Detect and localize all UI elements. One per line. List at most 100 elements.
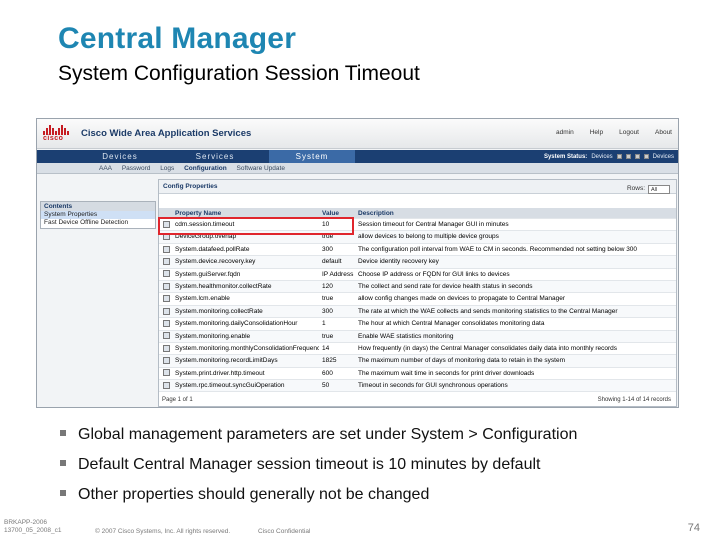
property-value: 300: [322, 307, 333, 315]
system-status-label: System Status:: [543, 153, 588, 160]
status-indicator-icon: [616, 154, 622, 159]
edit-icon[interactable]: [162, 270, 170, 278]
property-value: 300: [322, 245, 333, 253]
property-description: Choose IP address or FQDN for GUI links …: [358, 270, 510, 278]
subnav-password[interactable]: Password: [122, 165, 151, 172]
table-row[interactable]: System.monitoring.enable true Enable WAE s…: [159, 330, 676, 343]
edit-cell[interactable]: [159, 244, 173, 255]
table-row[interactable]: System.monitoring.recordLimitDays 1825 The…: [159, 355, 676, 368]
table-row[interactable]: System.device.recovery.key default Device …: [159, 256, 676, 269]
bullet-item: Default Central Manager session timeout …: [60, 456, 700, 486]
table-row[interactable]: System.datafeed.pollRate 300 The configura…: [159, 244, 676, 257]
sidebar-item-fast-offline[interactable]: Fast Device Offline Detection: [41, 219, 155, 227]
property-value: true: [322, 295, 334, 303]
property-description: Session timeout for Central Manager GUI …: [358, 221, 509, 228]
pager-left: Page 1 of 1: [162, 397, 193, 403]
table-pager: Page 1 of 1 Showing 1-14 of 14 records: [158, 395, 677, 405]
logout-link[interactable]: Logout: [619, 129, 639, 136]
edit-cell[interactable]: [159, 355, 173, 366]
page-number: 74: [687, 522, 700, 534]
edit-icon[interactable]: [162, 344, 170, 352]
session-line-1: BRKAPP-2006: [4, 519, 47, 526]
table-row[interactable]: System.monitoring.monthlyConsolidationFr…: [159, 343, 676, 356]
edit-icon[interactable]: [162, 295, 170, 303]
bullet-square-icon: [60, 490, 66, 496]
edit-icon[interactable]: [162, 381, 170, 389]
tab-services[interactable]: Services: [165, 150, 265, 163]
edit-cell[interactable]: [159, 318, 173, 329]
col-description[interactable]: Description: [355, 208, 676, 218]
sidebar-item-system-properties[interactable]: System Properties: [41, 211, 155, 219]
system-status-extra[interactable]: Devices: [653, 154, 674, 160]
properties-table: Property Name Value Description cdm.sess…: [159, 208, 676, 393]
session-line-2: 13700_05_2008_c1: [4, 527, 62, 534]
edit-cell[interactable]: [159, 256, 173, 267]
confidential-label: Cisco Confidential: [258, 528, 311, 535]
property-value: 600: [322, 369, 333, 377]
edit-icon[interactable]: [162, 369, 170, 377]
slide-title: Central Manager: [58, 22, 297, 55]
table-row[interactable]: System.rpc.timeout.syncGuiOperation 50 Tim…: [159, 380, 676, 393]
property-description: Enable WAE statistics monitoring: [358, 332, 454, 340]
table-row[interactable]: System.monitoring.collectRate 300 The rate…: [159, 305, 676, 319]
property-description: allow config changes made on devices to …: [358, 295, 566, 303]
property-name: System.monitoring.monthlyConsolidationFr…: [175, 344, 319, 352]
status-indicator-icon: [643, 154, 649, 159]
admin-link[interactable]: admin: [556, 129, 574, 136]
edit-cell[interactable]: [159, 368, 173, 379]
property-description: The configuration poll interval from WAE…: [358, 245, 638, 253]
property-name: System.guiServer.fqdn: [175, 270, 241, 278]
table-row[interactable]: System.print.driver.http.timeout 600 The m…: [159, 368, 676, 381]
subnav-aaa[interactable]: AAA: [99, 165, 112, 172]
bullet-text: Default Central Manager session timeout …: [78, 456, 541, 473]
embedded-screenshot: cisco Cisco Wide Area Application Servic…: [36, 118, 679, 408]
edit-cell[interactable]: [159, 293, 173, 304]
property-description: The rate at which the WAE collects and s…: [358, 307, 618, 315]
edit-icon[interactable]: [162, 319, 170, 327]
contents-sidebar: Contents System Properties Fast Device O…: [40, 201, 156, 229]
pager-right: Showing 1-14 of 14 records: [597, 397, 671, 403]
panel-header: Config Properties Rows: All: [159, 180, 676, 194]
property-name: System.print.driver.http.timeout: [175, 369, 265, 377]
edit-cell[interactable]: [159, 343, 173, 354]
property-description: allow devices to belong to multiple devi…: [358, 233, 499, 241]
edit-icon[interactable]: [162, 245, 170, 253]
table-row[interactable]: System.lcm.enable true allow config change…: [159, 293, 676, 306]
property-description: The collect and send rate for device hea…: [358, 282, 533, 290]
session-id: BRKAPP-2006 13700_05_2008_c1: [4, 519, 61, 535]
table-row[interactable]: System.healthmonitor.collectRate 120 The c…: [159, 280, 676, 294]
table-row[interactable]: System.monitoring.dailyConsolidationHour…: [159, 318, 676, 331]
edit-cell[interactable]: [159, 380, 173, 391]
edit-icon[interactable]: [162, 307, 170, 315]
bullet-text: Other properties should generally not be…: [78, 486, 430, 503]
subnav-configuration[interactable]: Configuration: [184, 165, 227, 172]
tab-system[interactable]: System: [269, 150, 355, 163]
bullet-item: Global management parameters are set und…: [60, 426, 700, 456]
edit-cell[interactable]: [159, 281, 173, 292]
subnav-logs[interactable]: Logs: [160, 165, 174, 172]
about-link[interactable]: About: [655, 129, 672, 136]
cisco-bars-icon: [43, 125, 73, 135]
edit-cell[interactable]: [159, 306, 173, 317]
table-row[interactable]: System.guiServer.fqdn IP Address Choose IP…: [159, 269, 676, 281]
property-name: System.monitoring.enable: [175, 332, 251, 340]
copyright: © 2007 Cisco Systems, Inc. All rights re…: [95, 528, 231, 535]
bullet-square-icon: [60, 430, 66, 436]
property-description: Timeout in seconds for GUI synchronous o…: [358, 382, 508, 390]
edit-cell[interactable]: [159, 269, 173, 280]
property-value: 14: [322, 344, 330, 352]
edit-icon[interactable]: [162, 332, 170, 340]
edit-icon[interactable]: [162, 257, 170, 265]
tab-devices[interactable]: Devices: [79, 150, 161, 163]
edit-icon[interactable]: [162, 357, 170, 365]
property-description: Device identity recovery key: [358, 258, 439, 266]
system-status-value[interactable]: Devices: [591, 154, 612, 160]
edit-icon[interactable]: [162, 282, 170, 290]
help-link[interactable]: Help: [590, 129, 603, 136]
edit-cell[interactable]: [159, 331, 173, 342]
bullet-item: Other properties should generally not be…: [60, 486, 700, 516]
subnav-software-update[interactable]: Software Update: [237, 165, 285, 172]
cisco-wordmark: cisco: [43, 135, 64, 142]
rows-select[interactable]: All: [648, 184, 670, 194]
app-header: cisco Cisco Wide Area Application Servic…: [37, 119, 678, 149]
